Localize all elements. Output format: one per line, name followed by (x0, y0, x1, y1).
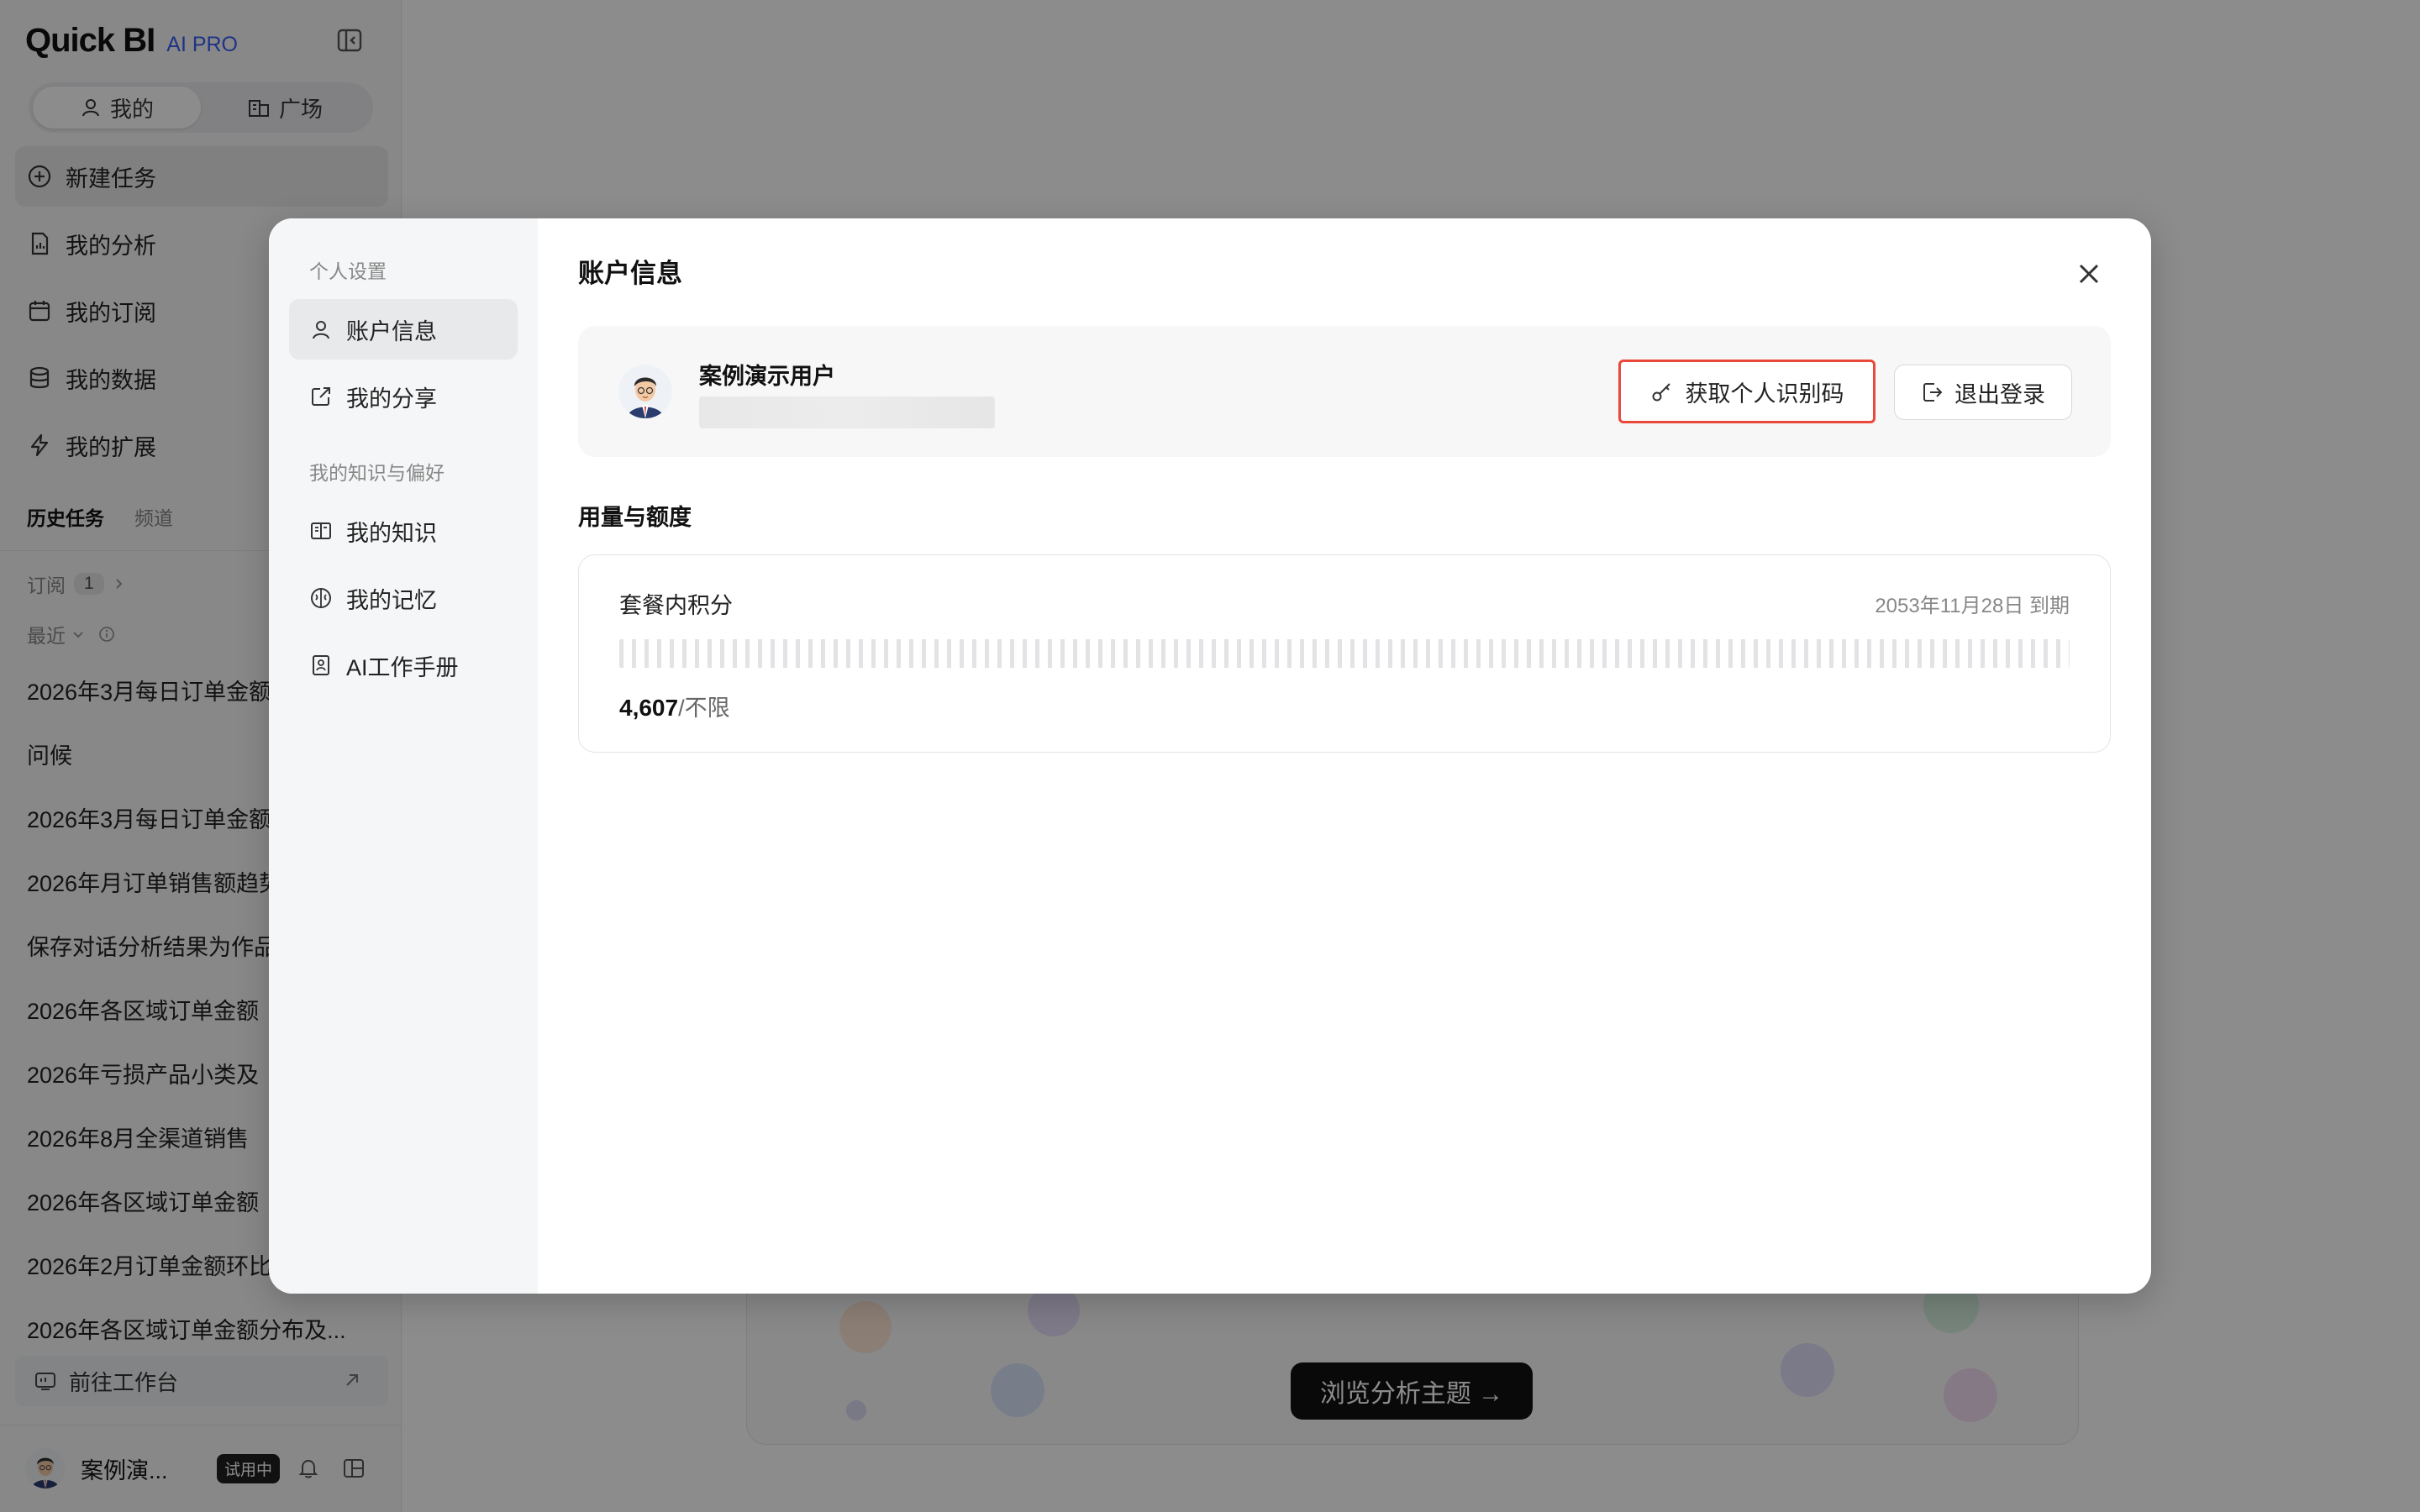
nav-label: 我的分享 (346, 386, 437, 412)
nav-label: 我的记忆 (346, 587, 437, 613)
logout-icon (1923, 383, 1943, 402)
nav-my-memory[interactable]: 我的记忆 (289, 568, 518, 628)
nav-account-info[interactable]: 账户信息 (289, 299, 518, 360)
account-settings-modal: 个人设置 账户信息 我的分享 我的知识与偏好 我的知识 我的记忆 AI工作手册 … (269, 218, 2151, 1294)
modal-title: 账户信息 (578, 259, 682, 288)
nav-label: 账户信息 (346, 318, 437, 344)
key-icon (1652, 383, 1670, 402)
expire-date: 2053年11月28日 到期 (1875, 595, 2070, 617)
nav-label: AI工作手册 (346, 654, 459, 680)
get-personal-code-button[interactable]: 获取个人识别码 (1618, 360, 1876, 423)
avatar (618, 365, 672, 418)
masked-account-id (699, 396, 995, 428)
nav-section-knowledge: 我的知识与偏好 (309, 462, 445, 484)
nav-ai-handbook[interactable]: AI工作手册 (289, 635, 518, 696)
nav-section-personal: 个人设置 (309, 260, 387, 282)
usage-section-title: 用量与额度 (578, 505, 692, 530)
points-limit: /不限 (678, 696, 730, 721)
points-value: 4,607/不限 (619, 690, 730, 722)
share-icon (312, 387, 330, 406)
account-name: 案例演示用户 (699, 364, 835, 389)
brain-icon (311, 588, 331, 608)
points-used: 4,607 (619, 695, 679, 721)
settings-nav: 个人设置 账户信息 我的分享 我的知识与偏好 我的知识 我的记忆 AI工作手册 (269, 218, 538, 1294)
plan-points-label: 套餐内积分 (619, 593, 733, 618)
user-icon (313, 321, 329, 339)
get-code-label: 获取个人识别码 (1685, 381, 1844, 407)
usage-progress-bar (619, 639, 2070, 668)
logout-label: 退出登录 (1954, 381, 2045, 407)
usage-card: 套餐内积分 2053年11月28日 到期 4,607/不限 (578, 554, 2111, 753)
nav-label: 我的知识 (346, 520, 437, 546)
book-icon (311, 522, 331, 539)
nav-my-knowledge[interactable]: 我的知识 (289, 501, 518, 561)
logout-button[interactable]: 退出登录 (1894, 365, 2072, 420)
nav-my-share[interactable]: 我的分享 (289, 366, 518, 427)
handbook-icon (313, 655, 329, 675)
account-card: 案例演示用户 获取个人识别码 退出登录 (578, 326, 2111, 457)
close-icon[interactable] (2072, 257, 2106, 291)
